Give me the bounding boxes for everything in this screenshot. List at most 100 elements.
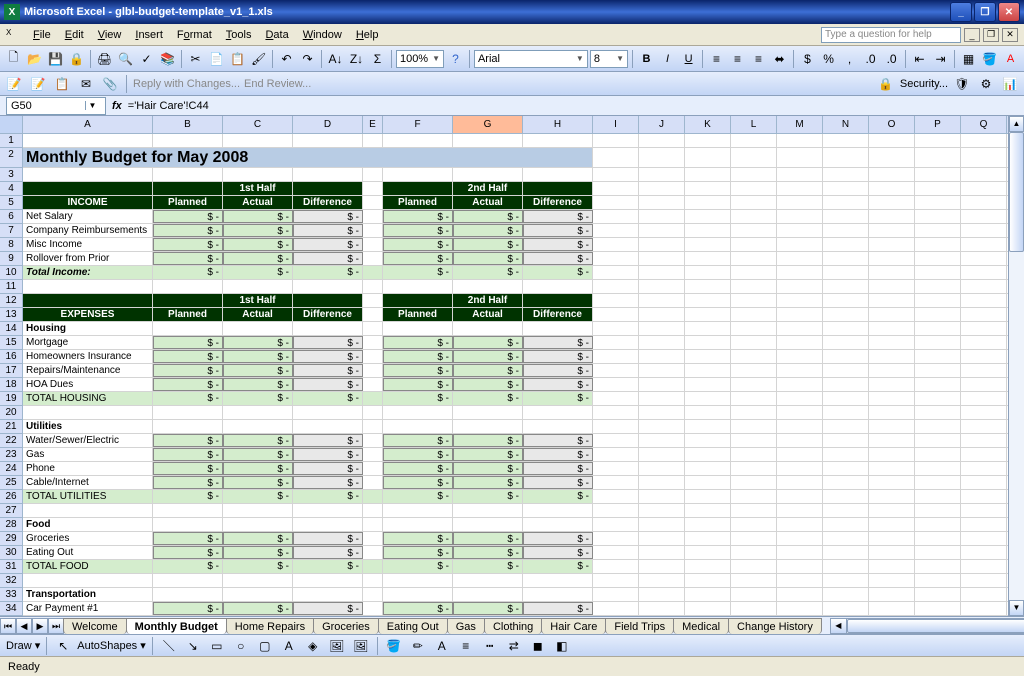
cell[interactable] [915,224,961,237]
cell[interactable] [639,148,685,167]
cell[interactable] [869,168,915,181]
cell[interactable] [731,518,777,531]
cell[interactable]: 1st Half [223,182,293,195]
sheet-tab[interactable]: Eating Out [378,618,448,634]
cell[interactable] [593,182,639,195]
format-painter-button[interactable]: 🖌 [249,49,268,69]
mdi-close[interactable]: ✕ [1002,28,1018,42]
cell[interactable] [593,420,639,433]
cell[interactable]: Mortgage [23,336,153,349]
cell[interactable]: Eating Out [23,546,153,559]
cell[interactable] [685,574,731,587]
cell[interactable] [961,224,1007,237]
cell[interactable]: $ - [383,602,453,615]
preview-button[interactable]: 🔍 [116,49,135,69]
cell[interactable] [383,294,453,307]
cell[interactable]: 2nd Half [453,182,523,195]
cell[interactable] [685,448,731,461]
fontcolor-button[interactable]: A [432,636,452,656]
cell[interactable] [915,476,961,489]
cell[interactable] [639,280,685,293]
align-left-button[interactable]: ≡ [707,49,726,69]
cell[interactable] [777,434,823,447]
cell[interactable] [915,392,961,405]
tab-nav-last[interactable]: ⏭ [48,618,64,634]
cell[interactable] [593,224,639,237]
cell[interactable] [777,574,823,587]
cell[interactable] [777,336,823,349]
cell[interactable] [685,280,731,293]
col-header-M[interactable]: M [777,116,823,133]
col-header-H[interactable]: H [523,116,593,133]
cell[interactable] [915,182,961,195]
reply-changes-button[interactable]: Reply with Changes... [133,78,240,90]
row-header[interactable]: 29 [0,532,22,546]
cell[interactable] [731,350,777,363]
cell[interactable] [961,210,1007,223]
cell[interactable]: $ - [453,336,523,349]
cell[interactable] [363,308,383,321]
cell[interactable] [961,476,1007,489]
cell[interactable] [777,518,823,531]
cell[interactable] [731,434,777,447]
font-size-box[interactable]: 8▼ [590,50,628,68]
cell[interactable] [685,350,731,363]
row-header[interactable]: 26 [0,490,22,504]
borders-button[interactable]: ▦ [959,49,978,69]
cell[interactable] [915,588,961,601]
cell[interactable] [363,238,383,251]
minimize-button[interactable]: _ [950,2,972,22]
cell[interactable]: $ - [153,364,223,377]
menu-file[interactable]: File [26,27,58,43]
cell[interactable] [731,182,777,195]
cell[interactable] [823,294,869,307]
cell[interactable] [363,322,383,335]
cell[interactable] [593,546,639,559]
cell[interactable] [685,224,731,237]
cell[interactable] [223,280,293,293]
cell[interactable] [961,490,1007,503]
cell[interactable]: Net Salary [23,210,153,223]
cell[interactable] [639,378,685,391]
cell[interactable] [685,602,731,615]
cell[interactable] [639,602,685,615]
menu-window[interactable]: Window [296,27,349,43]
cell[interactable] [961,532,1007,545]
wordart-button[interactable]: A [279,636,299,656]
cell[interactable] [523,406,593,419]
cell[interactable] [453,504,523,517]
cell[interactable] [777,588,823,601]
cell[interactable]: 1st Half [223,294,293,307]
cell[interactable] [293,168,363,181]
cell[interactable]: $ - [153,392,223,405]
cell[interactable] [593,134,639,147]
cell[interactable]: $ - [293,210,363,223]
cell[interactable]: $ - [223,224,293,237]
cell[interactable] [639,406,685,419]
cell[interactable] [363,434,383,447]
cell[interactable] [639,266,685,279]
cell[interactable] [593,434,639,447]
cut-button[interactable]: ✂ [186,49,205,69]
cell[interactable] [915,294,961,307]
row-header[interactable]: 31 [0,560,22,574]
cell[interactable] [593,322,639,335]
cell[interactable] [777,238,823,251]
cell[interactable] [731,602,777,615]
dashstyle-button[interactable]: ┅ [480,636,500,656]
cell[interactable]: $ - [523,448,593,461]
cell[interactable] [823,560,869,573]
cell[interactable] [915,280,961,293]
sheet-tab[interactable]: Gas [447,618,485,634]
row-header[interactable]: 8 [0,238,22,252]
cell[interactable] [869,504,915,517]
cell[interactable] [639,490,685,503]
cell[interactable]: $ - [453,490,523,503]
cell[interactable]: Total Income: [23,266,153,279]
cell[interactable] [153,322,223,335]
cell[interactable] [823,448,869,461]
row-header[interactable]: 9 [0,252,22,266]
cell[interactable]: $ - [523,602,593,615]
tab-nav-first[interactable]: ⏮ [0,618,16,634]
cell[interactable] [731,168,777,181]
